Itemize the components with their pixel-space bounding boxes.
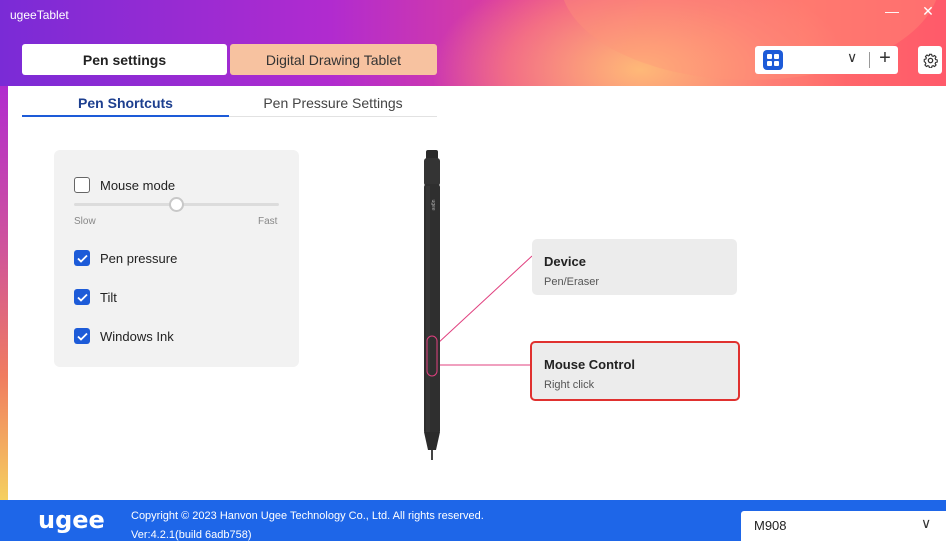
device-select-value: M908 [754, 518, 787, 533]
device-callout-value: Pen/Eraser [544, 276, 600, 288]
mouse-control-callout-title: Mouse Control [544, 357, 635, 372]
device-select-dropdown[interactable]: M908 ∨ [741, 511, 946, 541]
mouse-control-callout[interactable]: Mouse Control Right click [530, 341, 740, 401]
ugee-logo: ugee [38, 506, 105, 534]
version-text: Ver:4.2.1(build 6adb758) [131, 529, 252, 541]
device-callout-title: Device [544, 254, 586, 269]
device-callout[interactable]: Device Pen/Eraser [532, 239, 737, 295]
svg-text:ugee: ugee [430, 199, 436, 210]
copyright-text: Copyright © 2023 Hanvon Ugee Technology … [131, 510, 484, 522]
pen-illustration: ugee [418, 150, 448, 462]
chevron-down-icon: ∨ [921, 515, 932, 531]
mouse-control-callout-value: Right click [544, 379, 595, 391]
callout-leader-lines [436, 255, 533, 366]
